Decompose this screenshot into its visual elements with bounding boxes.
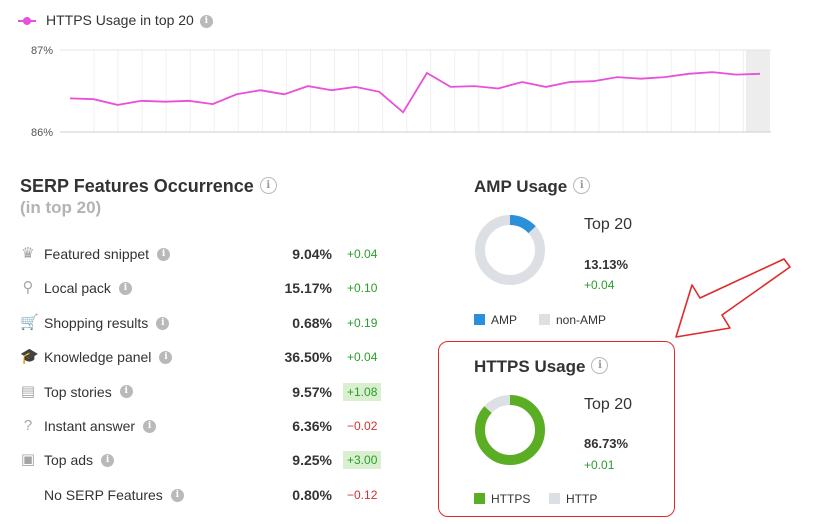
serp-feature-value: 36.50% xyxy=(284,349,332,366)
amp-value: 13.13% xyxy=(584,257,629,272)
serp-feature-name: Top ads i xyxy=(44,452,115,469)
info-icon[interactable]: i xyxy=(199,14,213,28)
info-icon[interactable]: i xyxy=(157,247,171,261)
serp-features-title: SERP Features Occurrence i xyxy=(20,176,277,197)
https-top-label: Top 20 xyxy=(584,396,633,413)
info-icon[interactable]: i xyxy=(170,488,184,502)
serp-feature-row: ? Instant answer i 6.36% −0.02 xyxy=(20,416,390,440)
https-legend-http[interactable]: HTTP xyxy=(549,492,597,506)
y-tick-label-bottom: 86% xyxy=(31,127,53,139)
amp-usage-title: AMP Usage i xyxy=(474,177,591,197)
info-icon[interactable]: i xyxy=(573,177,591,195)
newspaper-icon: ▤ xyxy=(20,382,36,400)
https-donut-chart xyxy=(475,395,545,465)
serp-feature-name: Knowledge panel i xyxy=(44,349,173,366)
amp-donut-chart xyxy=(475,215,545,285)
chart-legend[interactable]: HTTPS Usage in top 20 i xyxy=(18,12,213,28)
serp-feature-row: ▤ Top stories i 9.57% +1.08 xyxy=(20,382,390,406)
https-usage-chart: 87% 86% xyxy=(31,45,771,139)
https-value: 86.73% xyxy=(584,436,629,451)
info-icon[interactable]: i xyxy=(159,350,173,364)
amp-legend-non-amp-label: non-AMP xyxy=(556,313,607,327)
amp-legend-amp-label: AMP xyxy=(491,313,518,327)
serp-feature-row: 🛒 Shopping results i 0.68% +0.19 xyxy=(20,313,390,337)
serp-feature-label: Local pack xyxy=(44,280,111,297)
graduation-cap-icon: 🎓 xyxy=(20,348,39,366)
series-line xyxy=(69,71,761,114)
serp-feature-value: 0.80% xyxy=(292,486,332,503)
info-icon[interactable]: i xyxy=(101,454,115,468)
info-icon[interactable]: i xyxy=(119,385,133,399)
non-amp-swatch-icon xyxy=(539,314,550,326)
serp-feature-name: Shopping results i xyxy=(44,314,170,331)
annotation-arrow-icon xyxy=(675,258,791,338)
serp-feature-delta: +0.04 xyxy=(347,247,378,261)
info-icon[interactable]: i xyxy=(118,282,132,296)
serp-feature-value: 0.68% xyxy=(292,314,332,331)
pin-icon: ⚲ xyxy=(22,279,34,297)
legend-label: HTTPS Usage in top 20 xyxy=(46,12,194,28)
https-legend-http-label: HTTP xyxy=(566,492,598,506)
cart-icon: 🛒 xyxy=(20,313,39,331)
serp-features-title-text: SERP Features Occurrence xyxy=(20,176,254,196)
serp-feature-row: 🎓 Knowledge panel i 36.50% +0.04 xyxy=(20,347,390,371)
chart-grid xyxy=(93,50,768,132)
serp-feature-label: Knowledge panel xyxy=(44,349,152,366)
info-icon[interactable]: i xyxy=(156,316,170,330)
https-usage-title: HTTPS Usage i xyxy=(474,357,609,377)
serp-feature-name: Featured snippet i xyxy=(44,246,171,262)
info-icon[interactable]: i xyxy=(143,419,157,433)
info-icon[interactable]: i xyxy=(259,176,277,194)
serp-feature-delta: +1.08 xyxy=(343,382,382,401)
amp-legend-non-amp[interactable]: non-AMP xyxy=(539,313,606,327)
info-icon[interactable]: i xyxy=(591,357,609,375)
serp-feature-row: No SERP Features i 0.80% −0.12 xyxy=(20,485,390,509)
amp-top-label: Top 20 xyxy=(584,216,633,233)
serp-feature-name: No SERP Features i xyxy=(44,487,184,503)
https-legend-https-label: HTTPS xyxy=(491,492,531,506)
serp-feature-value: 9.57% xyxy=(292,383,332,400)
chart-hover-band xyxy=(746,50,770,132)
serp-feature-label: Top stories xyxy=(44,383,112,400)
ad-icon: ▣ xyxy=(20,451,36,469)
serp-feature-delta: +0.10 xyxy=(347,281,378,296)
serp-feature-name: Top stories i xyxy=(44,384,133,400)
crown-icon: ♛ xyxy=(21,245,35,262)
series-swatch-icon xyxy=(18,16,36,26)
serp-feature-value: 15.17% xyxy=(284,280,332,297)
https-swatch-icon xyxy=(474,493,485,505)
serp-feature-value: 9.04% xyxy=(292,246,332,262)
serp-feature-value: 6.36% xyxy=(292,418,332,434)
serp-feature-row: ⚲ Local pack i 15.17% +0.10 xyxy=(20,278,390,302)
https-legend-https[interactable]: HTTPS xyxy=(474,492,530,506)
serp-features-subtitle: (in top 20) xyxy=(20,198,102,217)
serp-feature-label: Shopping results xyxy=(44,314,149,331)
serp-feature-value: 9.25% xyxy=(292,452,332,469)
serp-feature-delta: +3.00 xyxy=(343,451,382,470)
https-usage-title-text: HTTPS Usage xyxy=(474,357,586,376)
serp-feature-label: Instant answer xyxy=(44,418,136,434)
amp-legend-amp[interactable]: AMP xyxy=(474,313,517,327)
serp-feature-row: ▣ Top ads i 9.25% +3.00 xyxy=(20,450,390,474)
serp-feature-name: Instant answer i xyxy=(44,418,157,434)
amp-usage-title-text: AMP Usage xyxy=(474,177,568,196)
serp-feature-delta: −0.02 xyxy=(347,419,378,433)
serp-feature-delta: +0.04 xyxy=(347,350,378,365)
question-icon: ? xyxy=(23,417,33,434)
serp-feature-label: No SERP Features xyxy=(44,486,163,503)
serp-feature-delta: +0.19 xyxy=(347,315,378,330)
serp-feature-name: Local pack i xyxy=(44,280,132,296)
serp-feature-row: ♛ Featured snippet i 9.04% +0.04 xyxy=(20,244,390,268)
serp-feature-label: Top ads xyxy=(44,452,94,469)
serp-feature-label: Featured snippet xyxy=(44,246,150,262)
amp-delta: +0.04 xyxy=(584,278,615,292)
amp-swatch-icon xyxy=(474,314,485,326)
serp-feature-delta: −0.12 xyxy=(347,487,378,502)
http-swatch-icon xyxy=(549,493,560,505)
https-delta: +0.01 xyxy=(584,458,615,472)
series-layer xyxy=(69,71,761,114)
y-tick-label-top: 87% xyxy=(31,45,53,57)
